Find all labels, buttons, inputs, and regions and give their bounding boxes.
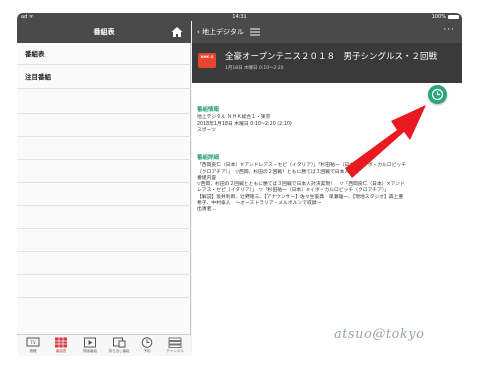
list-icon <box>168 337 182 348</box>
left-panel: 番組表 番組表 注目番組 TV 視聴 番組表 録画番組 持ち出し番組 予約 チャ… <box>17 21 191 356</box>
hamburger-menu-icon[interactable] <box>250 28 260 36</box>
sidebar-item-featured[interactable]: 注目番組 <box>17 65 191 89</box>
tab-takeout[interactable]: 持ち出し番組 <box>105 337 133 355</box>
program-info-section: 番組情報 地上デジタル ＮＨＫ総合１・東京 2018年1月18日 木曜日 0:1… <box>197 107 455 134</box>
program-title: 全豪オープンテニス２０１８ 男子シングルス・２回戦 <box>225 52 437 62</box>
back-label: 地上デジタル <box>202 28 244 36</box>
clock-icon <box>141 337 153 348</box>
grid-icon <box>55 337 67 348</box>
divider <box>17 159 191 160</box>
right-header: ‹ 地上デジタル ··· <box>192 21 462 43</box>
tab-bar: TV 視聴 番組表 録画番組 持ち出し番組 予約 チャンネル <box>17 334 191 356</box>
divider <box>17 251 191 252</box>
detail-line: 出演者... <box>197 207 216 213</box>
divider <box>17 274 191 275</box>
status-bar: ad ᯤ 14:31 100% <box>17 13 462 21</box>
left-header: 番組表 <box>17 21 191 43</box>
divider <box>17 228 191 229</box>
divider <box>17 297 191 298</box>
tab-watch[interactable]: TV 視聴 <box>19 337 47 355</box>
info-line: スポーツ <box>197 127 217 133</box>
tab-reservations[interactable]: 予約 <box>133 337 161 355</box>
program-details-section: 番組詳細 「西岡良仁（日本）×アンドレアス・セピ（イタリア）」「杉田祐一（日本）… <box>197 155 455 214</box>
divider <box>17 182 191 183</box>
battery-percent: 100% <box>431 14 446 20</box>
program-info-heading: 番組情報 <box>197 107 220 113</box>
program-time: 1月18日 木曜日 0:10～2:20 <box>225 66 284 71</box>
takeout-icon <box>113 337 126 348</box>
watermark: atsuo@tokyo <box>334 327 425 342</box>
play-icon <box>84 337 96 348</box>
divider <box>17 205 191 206</box>
program-header: NHK G 全豪オープンテニス２０１８ 男子シングルス・２回戦 1月18日 木曜… <box>192 43 462 83</box>
channel-logo: NHK G <box>198 53 216 68</box>
divider <box>17 136 191 137</box>
sidebar-item-program-guide[interactable]: 番組表 <box>17 43 191 65</box>
home-icon[interactable] <box>171 26 183 38</box>
battery-icon <box>448 15 459 19</box>
program-details-heading: 番組詳細 <box>197 155 220 161</box>
clock: 14:31 <box>232 14 247 20</box>
svg-text:TV: TV <box>29 340 35 345</box>
tablet-screen: ad ᯤ 14:31 100% 番組表 番組表 注目番組 TV 視聴 番組表 録… <box>17 13 462 356</box>
tv-icon: TV <box>26 337 40 347</box>
clock-icon <box>431 88 444 101</box>
tab-program-guide[interactable]: 番組表 <box>47 337 75 355</box>
right-panel: ‹ 地上デジタル ··· NHK G 全豪オープンテニス２０１８ 男子シングルス… <box>192 21 462 356</box>
divider <box>17 113 191 114</box>
tab-recordings[interactable]: 録画番組 <box>76 337 104 355</box>
left-header-title: 番組表 <box>93 28 115 36</box>
more-icon[interactable]: ··· <box>443 21 455 39</box>
tab-channels[interactable]: チャンネル <box>161 337 189 355</box>
back-button[interactable]: ‹ 地上デジタル <box>197 21 244 43</box>
reserve-timer-button[interactable] <box>428 85 447 104</box>
